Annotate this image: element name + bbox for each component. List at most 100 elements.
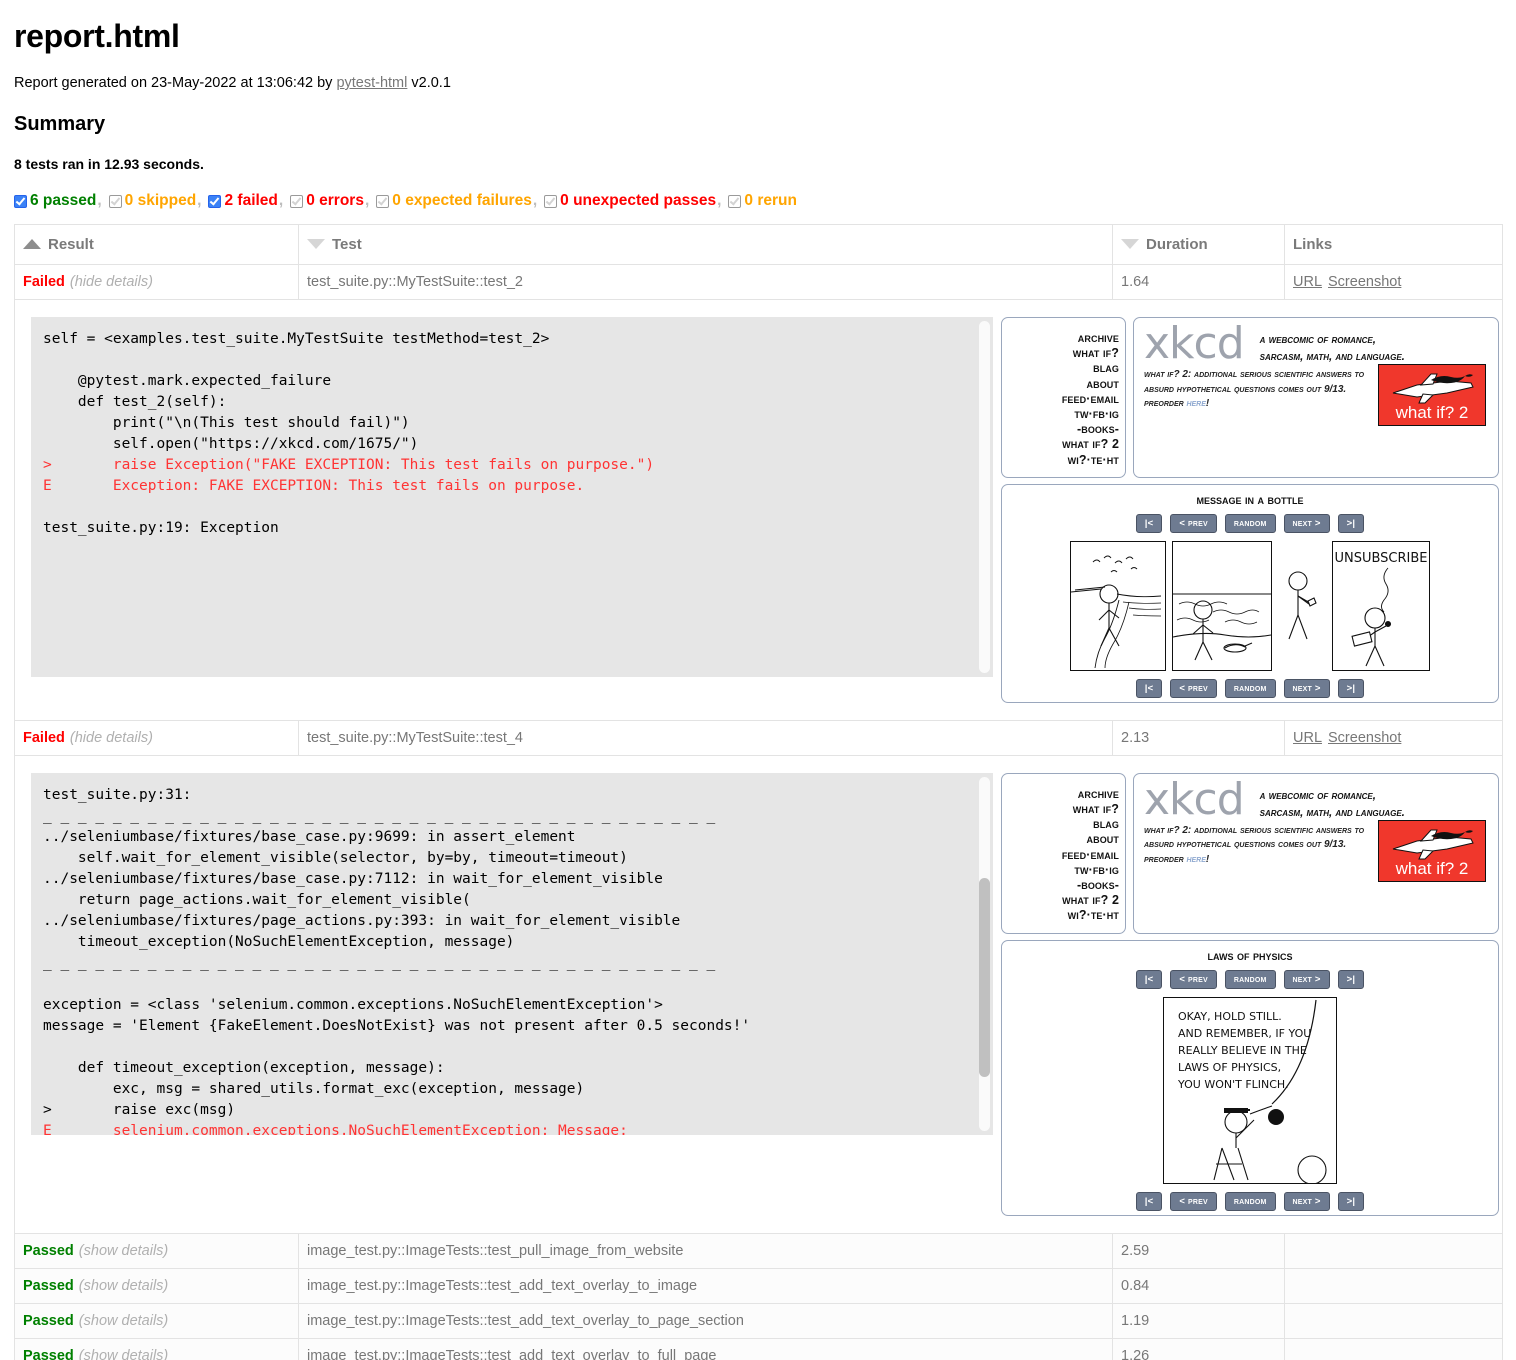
xkcd-nav-item[interactable]: What If?	[1002, 802, 1119, 817]
what-if-2-promo[interactable]: what if? 2	[1378, 364, 1486, 426]
toggle-details-link[interactable]: (show details)	[79, 1348, 168, 1360]
filter-checkbox[interactable]	[544, 195, 557, 208]
filter--skipped[interactable]: 0 skipped	[109, 192, 197, 210]
comic-nav-button[interactable]: |<	[1136, 679, 1163, 698]
log-scrollbar[interactable]	[979, 777, 990, 1131]
url-link[interactable]: URL	[1293, 730, 1322, 746]
table-row[interactable]: Passed(show details)image_test.py::Image…	[15, 1268, 1503, 1303]
filter--failed[interactable]: 2 failed	[208, 192, 277, 210]
xkcd-nav-item[interactable]: Blag	[1002, 361, 1119, 376]
column-header-test[interactable]: Test	[299, 225, 1113, 265]
comic-nav-button[interactable]: >|	[1338, 1192, 1365, 1211]
column-label-test: Test	[332, 236, 362, 253]
comic-nav-button[interactable]: Random	[1225, 970, 1276, 989]
filter-checkbox[interactable]	[109, 195, 122, 208]
result-cell[interactable]: Passed(show details)	[15, 1303, 299, 1338]
failure-screenshot[interactable]: ArchiveWhat If?BlagAboutFeed·EmailTW·FB·…	[1001, 317, 1499, 703]
pytest-html-link[interactable]: pytest-html	[336, 75, 407, 91]
result-cell[interactable]: Passed(show details)	[15, 1233, 299, 1268]
screenshot-link[interactable]: Screenshot	[1328, 274, 1401, 290]
table-row[interactable]: Failed(hide details)test_suite.py::MyTes…	[15, 265, 1503, 300]
what-if-2-promo[interactable]: what if? 2	[1378, 820, 1486, 882]
filter--errors[interactable]: 0 errors	[290, 192, 364, 210]
toggle-details-link[interactable]: (hide details)	[70, 730, 153, 746]
comic-nav-bottom: |< < Prev Random Next > >|	[1008, 679, 1492, 698]
comic-nav-button[interactable]: < Prev	[1170, 970, 1216, 989]
generated-prefix: Report generated on 23-May-2022 at 13:06…	[14, 75, 336, 91]
xkcd-nav-item[interactable]: Blag	[1002, 817, 1119, 832]
table-row[interactable]: Passed(show details)image_test.py::Image…	[15, 1303, 1503, 1338]
xkcd-nav-item[interactable]: Feed·Email	[1002, 848, 1119, 863]
screenshot-link[interactable]: Screenshot	[1328, 730, 1401, 746]
comic-nav-button[interactable]: >|	[1338, 679, 1365, 698]
toggle-details-link[interactable]: (show details)	[79, 1278, 168, 1294]
table-row[interactable]: Failed(hide details)test_suite.py::MyTes…	[15, 720, 1503, 755]
comic-nav-button[interactable]: Next >	[1284, 514, 1330, 533]
comic-nav-button[interactable]: |<	[1136, 1192, 1163, 1211]
failure-screenshot[interactable]: ArchiveWhat If?BlagAboutFeed·EmailTW·FB·…	[1001, 773, 1499, 1216]
xkcd-nav-item[interactable]: What If?	[1002, 346, 1119, 361]
result-cell[interactable]: Failed(hide details)	[15, 720, 299, 755]
filter--passed[interactable]: 6 passed	[14, 192, 96, 210]
xkcd-tagline: A webcomic of romance,sarcasm, math, and…	[1260, 788, 1405, 822]
xkcd-nav-item[interactable]: What If? 2	[1002, 437, 1119, 452]
xkcd-nav-item[interactable]: -Books-	[1002, 422, 1119, 437]
toggle-details-link[interactable]: (show details)	[79, 1313, 168, 1329]
comic-nav-button[interactable]: Random	[1225, 514, 1276, 533]
column-header-links[interactable]: Links	[1285, 225, 1503, 265]
comic-nav-button[interactable]: Next >	[1284, 970, 1330, 989]
result-cell[interactable]: Passed (show details)	[15, 1268, 299, 1303]
xkcd-nav-item[interactable]: TW·FB·IG	[1002, 863, 1119, 878]
result-cell[interactable]: Failed(hide details)	[15, 265, 299, 300]
filter--expected-failures[interactable]: 0 expected failures	[376, 192, 532, 210]
filter-checkbox[interactable]	[728, 195, 741, 208]
comic-nav-button[interactable]: >|	[1338, 970, 1365, 989]
comic-nav-button[interactable]: Random	[1225, 1192, 1276, 1211]
xkcd-nav-item[interactable]: Feed·Email	[1002, 392, 1119, 407]
log-scrollbar[interactable]	[979, 321, 990, 673]
filter-checkbox[interactable]	[208, 195, 221, 208]
xkcd-nav-item[interactable]: What If? 2	[1002, 893, 1119, 908]
comic-nav-top: |< < Prev Random Next > >|	[1008, 514, 1492, 533]
url-link[interactable]: URL	[1293, 274, 1322, 290]
comic-nav-button[interactable]: Next >	[1284, 1192, 1330, 1211]
comic-nav-button[interactable]: |<	[1136, 970, 1163, 989]
comic-nav-button[interactable]: Random	[1225, 679, 1276, 698]
toggle-details-link[interactable]: (show details)	[79, 1243, 168, 1259]
svg-text:OKAY, HOLD STILL.: OKAY, HOLD STILL.	[1178, 1010, 1282, 1023]
filter--rerun[interactable]: 0 rerun	[728, 192, 797, 210]
status-badge: Passed	[23, 1278, 74, 1294]
filter-label: 0 expected failures	[392, 192, 532, 210]
filter-checkbox[interactable]	[14, 195, 27, 208]
xkcd-nav-item[interactable]: About	[1002, 377, 1119, 392]
xkcd-nav-item[interactable]: TW·FB·IG	[1002, 407, 1119, 422]
comic-nav-button[interactable]: < Prev	[1170, 1192, 1216, 1211]
xkcd-nav: ArchiveWhat If?BlagAboutFeed·EmailTW·FB·…	[1001, 317, 1126, 478]
toggle-details-link[interactable]: (hide details)	[70, 274, 153, 290]
comic-nav-button[interactable]: Next >	[1284, 679, 1330, 698]
filter-label: 2 failed	[224, 192, 277, 210]
preorder-link[interactable]: here	[1186, 854, 1205, 865]
filter--unexpected-passes[interactable]: 0 unexpected passes	[544, 192, 716, 210]
comic-nav-button[interactable]: |<	[1136, 514, 1163, 533]
column-header-duration[interactable]: Duration	[1113, 225, 1285, 265]
comic-nav-button[interactable]: >|	[1338, 514, 1365, 533]
comic-nav-button[interactable]: < Prev	[1170, 514, 1216, 533]
xkcd-nav-item[interactable]: Archive	[1002, 331, 1119, 346]
comic-nav-button[interactable]: < Prev	[1170, 679, 1216, 698]
result-cell[interactable]: Passed(show details)	[15, 1338, 299, 1360]
xkcd-nav-item[interactable]: WI?·TE·HT	[1002, 453, 1119, 468]
xkcd-nav-item[interactable]: Archive	[1002, 787, 1119, 802]
xkcd-nav-item[interactable]: About	[1002, 832, 1119, 847]
scrollbar-thumb[interactable]	[979, 878, 990, 1077]
filter-checkbox[interactable]	[290, 195, 303, 208]
column-header-result[interactable]: Result	[15, 225, 299, 265]
filter-checkbox[interactable]	[376, 195, 389, 208]
preorder-link[interactable]: here	[1186, 398, 1205, 409]
xkcd-nav-item[interactable]: -Books-	[1002, 878, 1119, 893]
table-row[interactable]: Passed(show details)image_test.py::Image…	[15, 1338, 1503, 1360]
check-icon	[292, 195, 302, 205]
xkcd-nav-item[interactable]: WI?·TE·HT	[1002, 908, 1119, 923]
table-row[interactable]: Passed(show details)image_test.py::Image…	[15, 1233, 1503, 1268]
results-body: Failed(hide details)test_suite.py::MyTes…	[15, 265, 1503, 1360]
